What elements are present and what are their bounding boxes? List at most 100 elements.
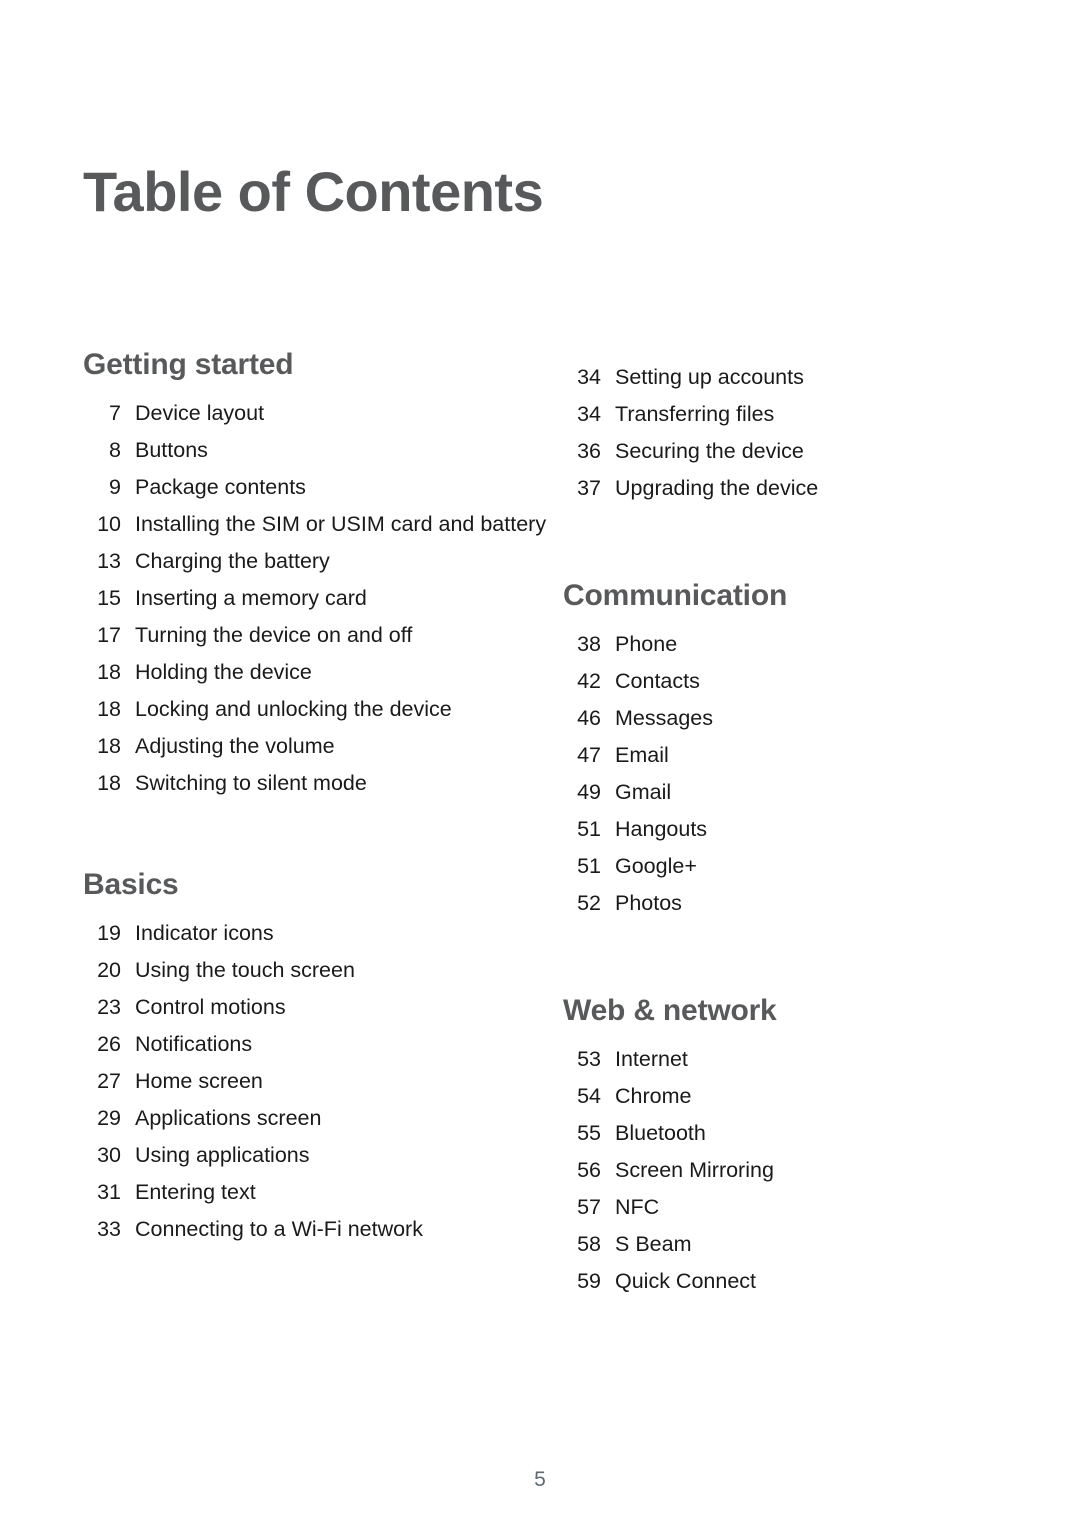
toc-entry[interactable]: 19 Indicator icons	[83, 915, 553, 952]
toc-entry-page-number: 34	[577, 402, 601, 426]
toc-entry-title: Photos	[615, 891, 682, 915]
toc-entry[interactable]: 27 Home screen	[83, 1063, 553, 1100]
toc-entry-page-number: 13	[97, 549, 121, 573]
toc-page: Table of Contents Getting started 7 Device…	[0, 0, 1080, 1527]
toc-entry[interactable]: 54 Chrome	[563, 1078, 1003, 1115]
toc-entry-page-number: 53	[577, 1047, 601, 1071]
toc-entry-page-number: 7	[109, 401, 121, 425]
toc-entry[interactable]: 34 Setting up accounts	[563, 359, 1003, 396]
right-column-top-spacer	[563, 348, 1003, 359]
toc-entry[interactable]: 49 Gmail	[563, 774, 1003, 811]
toc-entry[interactable]: 30 Using applications	[83, 1137, 553, 1174]
toc-entry-page-number: 59	[577, 1269, 601, 1293]
toc-entry[interactable]: 37 Upgrading the device	[563, 470, 1003, 507]
toc-entry-title: Switching to silent mode	[135, 771, 367, 795]
toc-entry[interactable]: 52 Photos	[563, 885, 1003, 922]
toc-entry-page-number: 26	[97, 1032, 121, 1056]
toc-entry[interactable]: 59 Quick Connect	[563, 1263, 1003, 1300]
toc-entry-page-number: 20	[97, 958, 121, 982]
toc-entry-title: Contacts	[615, 669, 700, 693]
toc-section-entries: 19 Indicator icons 20 Using the touch scree…	[83, 915, 553, 1248]
toc-entry[interactable]: 18 Locking and unlocking the device	[83, 691, 553, 728]
toc-entry-title: Adjusting the volume	[135, 734, 335, 758]
toc-entry-title: Indicator icons	[135, 921, 274, 945]
toc-entry-title: Locking and unlocking the device	[135, 697, 452, 721]
toc-entry-page-number: 47	[577, 743, 601, 767]
toc-section-heading: Basics	[83, 868, 179, 901]
toc-entry[interactable]: 33 Connecting to a Wi-Fi network	[83, 1211, 553, 1248]
toc-entry-title: Using the touch screen	[135, 958, 355, 982]
toc-entry-title: Applications screen	[135, 1106, 322, 1130]
toc-entry[interactable]: 18 Switching to silent mode	[83, 765, 553, 802]
toc-entry[interactable]: 15 Inserting a memory card	[83, 580, 553, 617]
toc-entry-title: S Beam	[615, 1232, 692, 1256]
toc-entry[interactable]: 47 Email	[563, 737, 1003, 774]
toc-entry[interactable]: 26 Notifications	[83, 1026, 553, 1063]
toc-left-column: Getting started 7 Device layout 8 Buttons 9 Pa…	[83, 348, 553, 1248]
toc-entry[interactable]: 38 Phone	[563, 626, 1003, 663]
toc-entry[interactable]: 10 Installing the SIM or USIM card and ba…	[83, 506, 553, 543]
toc-entry[interactable]: 9 Package contents	[83, 469, 553, 506]
toc-entry[interactable]: 36 Securing the device	[563, 433, 1003, 470]
toc-entry-title: Bluetooth	[615, 1121, 706, 1145]
page-folio: 5	[534, 1468, 546, 1491]
toc-entry[interactable]: 51 Hangouts	[563, 811, 1003, 848]
toc-entry-title: Package contents	[135, 475, 306, 499]
toc-entry-page-number: 17	[97, 623, 121, 647]
toc-entry-title: Holding the device	[135, 660, 312, 684]
toc-entry[interactable]: 23 Control motions	[83, 989, 553, 1026]
toc-columns: Getting started 7 Device layout 8 Buttons 9 Pa…	[0, 348, 1080, 1300]
toc-entry-page-number: 30	[97, 1143, 121, 1167]
toc-section-entries: 7 Device layout 8 Buttons 9 Package contents 1…	[83, 395, 553, 802]
toc-entry[interactable]: 42 Contacts	[563, 663, 1003, 700]
toc-entry-page-number: 33	[97, 1217, 121, 1241]
toc-entry[interactable]: 18 Holding the device	[83, 654, 553, 691]
toc-entry-page-number: 38	[577, 632, 601, 656]
toc-entry-title: Installing the SIM or USIM card and batt…	[135, 512, 547, 536]
toc-entry-title: Setting up accounts	[615, 365, 804, 389]
toc-entry-page-number: 31	[97, 1180, 121, 1204]
toc-entry-title: Using applications	[135, 1143, 310, 1167]
toc-entry-title: Connecting to a Wi-Fi network	[135, 1217, 423, 1241]
continued-entries-list: 34 Setting up accounts 34 Transferring file…	[563, 359, 1003, 507]
toc-entry[interactable]: 51 Google+	[563, 848, 1003, 885]
toc-entry[interactable]: 34 Transferring files	[563, 396, 1003, 433]
toc-entry-title: NFC	[615, 1195, 660, 1219]
toc-entry-title: Quick Connect	[615, 1269, 757, 1293]
toc-entry-page-number: 27	[97, 1069, 121, 1093]
toc-entry[interactable]: 20 Using the touch screen	[83, 952, 553, 989]
toc-entry-page-number: 51	[577, 854, 601, 878]
toc-entry-title: Inserting a memory card	[135, 586, 367, 610]
toc-entry[interactable]: 46 Messages	[563, 700, 1003, 737]
toc-entry[interactable]: 53 Internet	[563, 1041, 1003, 1078]
toc-entry-page-number: 56	[577, 1158, 601, 1182]
toc-entry[interactable]: 29 Applications screen	[83, 1100, 553, 1137]
toc-entry[interactable]: 57 NFC	[563, 1189, 1003, 1226]
toc-entry[interactable]: 31 Entering text	[83, 1174, 553, 1211]
page-title: Table of Contents	[83, 159, 544, 223]
toc-entry-title: Phone	[615, 632, 678, 656]
right-sections-container: Communication 38 Phone 42 Contacts 46 Messages…	[563, 507, 1003, 1300]
toc-entry[interactable]: 8 Buttons	[83, 432, 553, 469]
toc-section: Basics 19 Indicator icons 20 Using the touch…	[83, 868, 553, 1248]
toc-entry[interactable]: 56 Screen Mirroring	[563, 1152, 1003, 1189]
toc-entry[interactable]: 55 Bluetooth	[563, 1115, 1003, 1152]
toc-entry-title: Control motions	[135, 995, 286, 1019]
toc-entry-title: Google+	[615, 854, 697, 878]
toc-entry-title: Transferring files	[615, 402, 775, 426]
toc-entry[interactable]: 17 Turning the device on and off	[83, 617, 553, 654]
toc-entry-title: Device layout	[135, 401, 265, 425]
toc-entry-page-number: 52	[577, 891, 601, 915]
toc-entry-page-number: 34	[577, 365, 601, 389]
toc-entry[interactable]: 7 Device layout	[83, 395, 553, 432]
toc-entry[interactable]: 18 Adjusting the volume	[83, 728, 553, 765]
toc-entry-title: Messages	[615, 706, 713, 730]
toc-entry-title: Home screen	[135, 1069, 263, 1093]
toc-entry[interactable]: 13 Charging the battery	[83, 543, 553, 580]
toc-entry-title: Entering text	[135, 1180, 256, 1204]
toc-entry[interactable]: 58 S Beam	[563, 1226, 1003, 1263]
toc-section: Communication 38 Phone 42 Contacts 46 Messages…	[563, 579, 1003, 922]
toc-entry-title: Charging the battery	[135, 549, 330, 573]
